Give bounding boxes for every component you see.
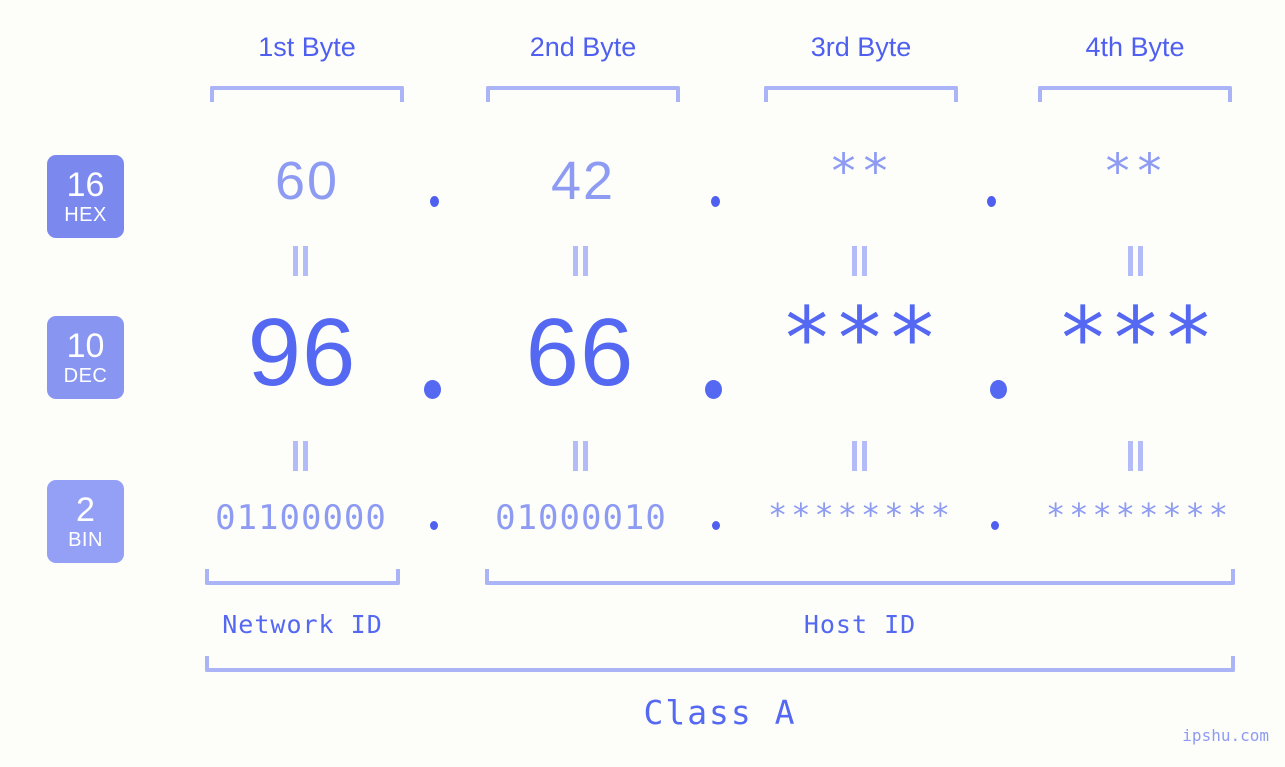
base-badge-dec-number: 10	[66, 327, 105, 365]
network-id-label: Network ID	[222, 610, 383, 639]
base-badge-bin-name: BIN	[68, 529, 103, 551]
base-badge-dec: 10 DEC	[47, 316, 124, 399]
equals-separator-dec-bin-1	[292, 441, 310, 471]
base-badge-hex: 16 HEX	[47, 155, 124, 238]
dec-value-byte-1: 96	[247, 299, 357, 406]
equals-separator-hex-dec-2	[572, 246, 590, 276]
equals-separator-hex-dec-4	[1127, 246, 1145, 276]
hex-value-byte-3: **	[829, 144, 893, 200]
byte-header-1: 1st Byte	[258, 32, 356, 62]
hex-dot-3	[987, 196, 996, 207]
base-badge-hex-number: 16	[66, 166, 105, 204]
class-label: Class A	[643, 693, 797, 732]
byte-header-3: 3rd Byte	[810, 32, 912, 62]
bin-dot-3	[991, 521, 999, 530]
site-watermark: ipshu.com	[1182, 726, 1269, 745]
host-id-label: Host ID	[803, 610, 917, 639]
byte-header-2: 2nd Byte	[529, 32, 637, 62]
byte-bracket-top-3	[764, 86, 958, 102]
dec-dot-1	[424, 380, 441, 399]
bin-value-byte-3: ********	[767, 496, 955, 534]
byte-bracket-top-4	[1038, 86, 1232, 102]
bin-value-byte-2: 01000010	[495, 498, 667, 538]
host-id-bracket	[485, 569, 1235, 585]
hex-value-byte-2: 42	[550, 151, 616, 211]
byte-bracket-top-2	[486, 86, 680, 102]
byte-bracket-top-1	[210, 86, 404, 102]
equals-separator-hex-dec-1	[292, 246, 310, 276]
bin-value-byte-4: ********	[1045, 496, 1233, 534]
hex-dot-1	[430, 196, 439, 207]
base-badge-hex-name: HEX	[64, 204, 107, 226]
class-bracket	[205, 656, 1235, 672]
equals-separator-dec-bin-2	[572, 441, 590, 471]
bin-dot-2	[712, 521, 720, 530]
base-badge-dec-name: DEC	[63, 365, 108, 387]
equals-separator-dec-bin-4	[1127, 441, 1145, 471]
hex-value-byte-4: **	[1103, 144, 1167, 200]
byte-header-4: 4th Byte	[1085, 32, 1185, 62]
dec-value-byte-4: ***	[1056, 289, 1216, 389]
dec-value-byte-3: ***	[780, 289, 940, 389]
dec-dot-2	[705, 380, 722, 399]
bin-value-byte-1: 01100000	[215, 498, 387, 538]
dec-value-byte-2: 66	[525, 299, 635, 406]
network-id-bracket	[205, 569, 400, 585]
hex-dot-2	[711, 196, 720, 207]
base-badge-bin: 2 BIN	[47, 480, 124, 563]
hex-value-byte-1: 60	[274, 151, 340, 211]
bin-dot-1	[430, 521, 438, 530]
dec-dot-3	[990, 380, 1007, 399]
base-badge-bin-number: 2	[76, 491, 95, 529]
equals-separator-dec-bin-3	[851, 441, 869, 471]
equals-separator-hex-dec-3	[851, 246, 869, 276]
